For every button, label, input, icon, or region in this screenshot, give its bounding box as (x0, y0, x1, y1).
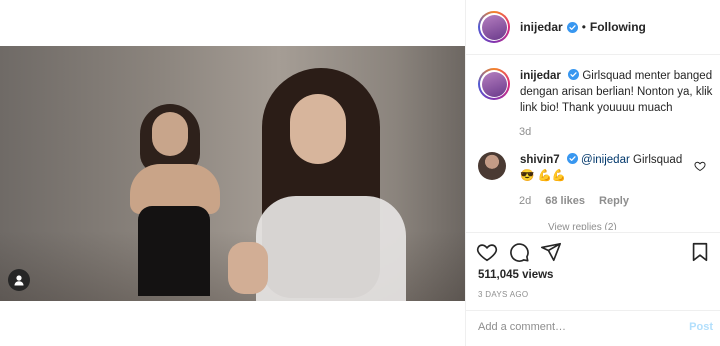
avatar-image (481, 14, 507, 40)
person-icon (14, 275, 24, 286)
user-tag-icon[interactable] (8, 269, 30, 291)
author-username[interactable]: inijedar (520, 20, 563, 34)
post-header: inijedar • Following (466, 0, 720, 55)
action-icons (476, 241, 562, 263)
comment-likes[interactable]: 68 likes (545, 195, 585, 207)
header-separator: • (581, 20, 586, 34)
save-bookmark-icon[interactable] (689, 241, 711, 263)
person-right-jacket (256, 196, 406, 301)
comment-reply-button[interactable]: Reply (599, 195, 629, 207)
post-comment-button[interactable]: Post (689, 321, 713, 333)
avatar-image (481, 71, 507, 97)
comment-like-heart-icon[interactable] (694, 160, 706, 172)
verified-badge-icon (566, 153, 578, 164)
commenter-avatar[interactable] (478, 152, 506, 180)
caption: inijedar Girlsquad menter banged dengan … (478, 68, 714, 116)
comment-mention[interactable]: @inijedar (581, 154, 630, 166)
verified-badge-icon (568, 69, 580, 80)
commenter-username[interactable]: shivin7 (520, 154, 560, 166)
instagram-post: inijedar • Following inijedar Girlsquad … (0, 0, 720, 346)
like-heart-icon[interactable] (476, 241, 498, 263)
share-paper-plane-icon[interactable] (540, 241, 562, 263)
comment-item: shivin7 @inijedar Girlsquad 😎 💪💪 (478, 152, 714, 184)
video-player[interactable] (0, 46, 465, 301)
person-right-hand (228, 242, 268, 294)
caption-username[interactable]: inijedar (520, 70, 561, 82)
avatar-ring-inner (480, 70, 508, 98)
view-replies-link[interactable]: View replies (2) (548, 222, 617, 230)
view-count[interactable]: 511,045 views (478, 269, 553, 281)
comment-bubble-icon[interactable] (508, 241, 530, 263)
following-button[interactable]: Following (590, 20, 646, 34)
avatar-ring-inner (480, 13, 508, 41)
comment-composer: Add a comment… Post (466, 310, 720, 346)
comment-input[interactable]: Add a comment… (478, 321, 566, 333)
comment-text-block: shivin7 @inijedar Girlsquad 😎 💪💪 (520, 152, 688, 184)
post-panel: inijedar • Following inijedar Girlsquad … (465, 0, 720, 346)
caption-age[interactable]: 3d (519, 126, 531, 138)
verified-badge-icon (566, 21, 578, 33)
person-right-face (290, 94, 346, 164)
comment-age[interactable]: 2d (519, 195, 531, 207)
caption-avatar[interactable] (478, 68, 510, 100)
person-left-top (138, 206, 210, 296)
comment-meta: 2d 68 likes Reply (519, 195, 629, 207)
person-left-face (152, 112, 188, 156)
post-date[interactable]: 3 DAYS AGO (478, 290, 528, 299)
author-avatar[interactable] (478, 11, 510, 43)
caption-text-block: inijedar Girlsquad menter banged dengan … (520, 68, 714, 116)
media-area (0, 0, 465, 346)
